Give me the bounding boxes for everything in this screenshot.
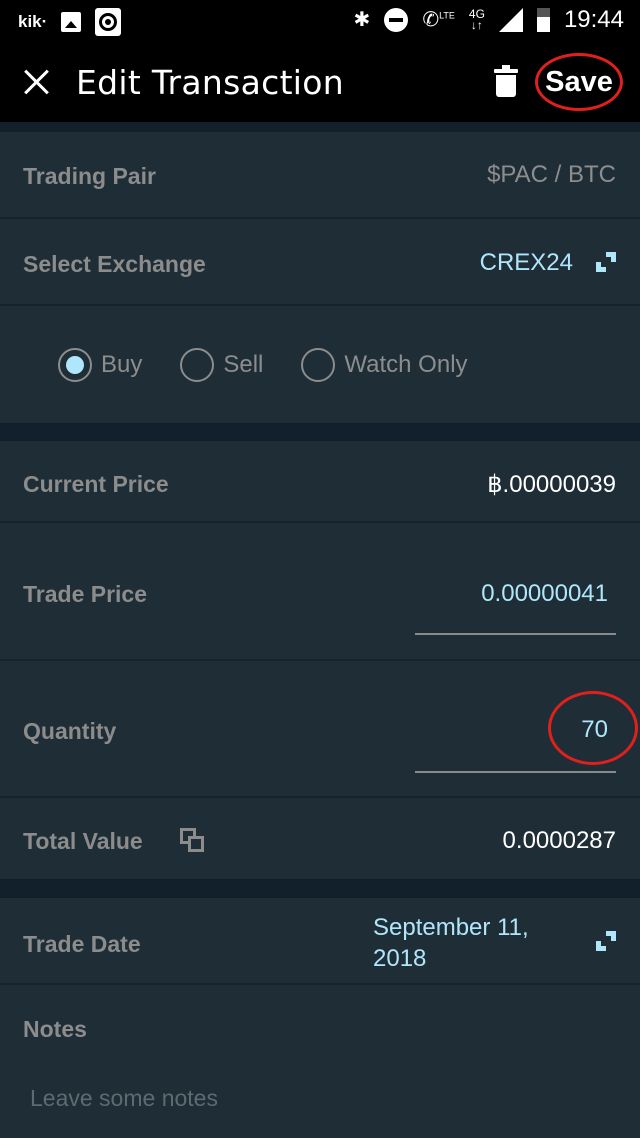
select-exchange-row[interactable]: Select Exchange CREX24 xyxy=(0,219,640,306)
total-value: 0.0000287 xyxy=(502,827,616,854)
status-bar: kik· ✱ ✆LTE 4G ↓↑ 19:44 xyxy=(0,0,640,45)
trash-icon[interactable] xyxy=(494,65,518,99)
select-exchange-label: Select Exchange xyxy=(23,251,206,277)
radio-sell[interactable]: Sell xyxy=(180,348,263,382)
radio-checked-icon[interactable] xyxy=(58,348,92,382)
lte-call-icon: ✆LTE xyxy=(422,9,455,31)
notes-label: Notes xyxy=(23,1016,87,1042)
quantity-row: Quantity 70 xyxy=(0,661,640,798)
do-not-disturb-icon xyxy=(384,8,409,32)
expand-icon[interactable] xyxy=(596,252,616,272)
target-icon xyxy=(95,8,122,36)
radio-unchecked-icon[interactable] xyxy=(180,348,215,382)
trading-pair-label: Trading Pair xyxy=(23,163,156,189)
save-button[interactable]: Save xyxy=(535,53,623,111)
annotation-circle xyxy=(548,691,638,765)
close-icon[interactable] xyxy=(20,65,54,99)
current-price-label: Current Price xyxy=(23,471,169,497)
trading-pair-value: $PAC / BTC xyxy=(487,161,616,188)
total-value-label: Total Value xyxy=(23,828,143,854)
trade-date-label: Trade Date xyxy=(23,931,141,957)
radio-buy-label: Buy xyxy=(101,351,143,378)
trade-date-row[interactable]: Trade Date September 11, 2018 xyxy=(0,898,640,985)
current-price-value: ฿.00000039 xyxy=(487,471,616,498)
exchange-value[interactable]: CREX24 xyxy=(480,249,573,277)
signal-icon xyxy=(498,8,523,32)
image-icon xyxy=(61,12,82,32)
price-section: Current Price ฿.00000039 Trade Price 0.0… xyxy=(0,441,640,879)
radio-buy[interactable]: Buy xyxy=(58,348,142,382)
trade-date-value[interactable]: September 11, 2018 xyxy=(373,912,563,974)
transaction-type-radio-group: Buy Sell Watch Only xyxy=(0,306,640,423)
details-section: Trade Date September 11, 2018 Notes xyxy=(0,898,640,1138)
battery-icon xyxy=(536,8,550,32)
total-value-row: Total Value 0.0000287 xyxy=(0,798,640,879)
trade-price-row: Trade Price 0.00000041 xyxy=(0,523,640,661)
notes-row: Notes xyxy=(0,985,640,1138)
trade-price-input[interactable]: 0.00000041 xyxy=(481,580,608,608)
pair-section: Trading Pair $PAC / BTC Select Exchange … xyxy=(0,132,640,423)
quantity-underline xyxy=(415,771,616,773)
bluetooth-icon: ✱ xyxy=(353,9,371,31)
trade-price-label: Trade Price xyxy=(23,581,148,607)
radio-watch-only-label: Watch Only xyxy=(344,351,468,378)
page-title: Edit Transaction xyxy=(76,63,344,102)
current-price-row: Current Price ฿.00000039 xyxy=(0,441,640,523)
radio-watch-only[interactable]: Watch Only xyxy=(301,348,468,382)
notes-input[interactable] xyxy=(30,1085,610,1112)
kik-icon: kik· xyxy=(18,12,48,31)
network-type-icon: 4G ↓↑ xyxy=(468,7,485,32)
copy-icon[interactable] xyxy=(180,828,206,854)
quantity-label: Quantity xyxy=(23,718,117,744)
trade-price-underline xyxy=(415,633,616,635)
radio-sell-label: Sell xyxy=(223,351,264,378)
app-toolbar: Edit Transaction Save xyxy=(0,45,640,122)
clock: 19:44 xyxy=(563,6,624,33)
trading-pair-row: Trading Pair $PAC / BTC xyxy=(0,132,640,219)
radio-unchecked-icon[interactable] xyxy=(301,348,336,382)
expand-icon[interactable] xyxy=(596,931,616,951)
